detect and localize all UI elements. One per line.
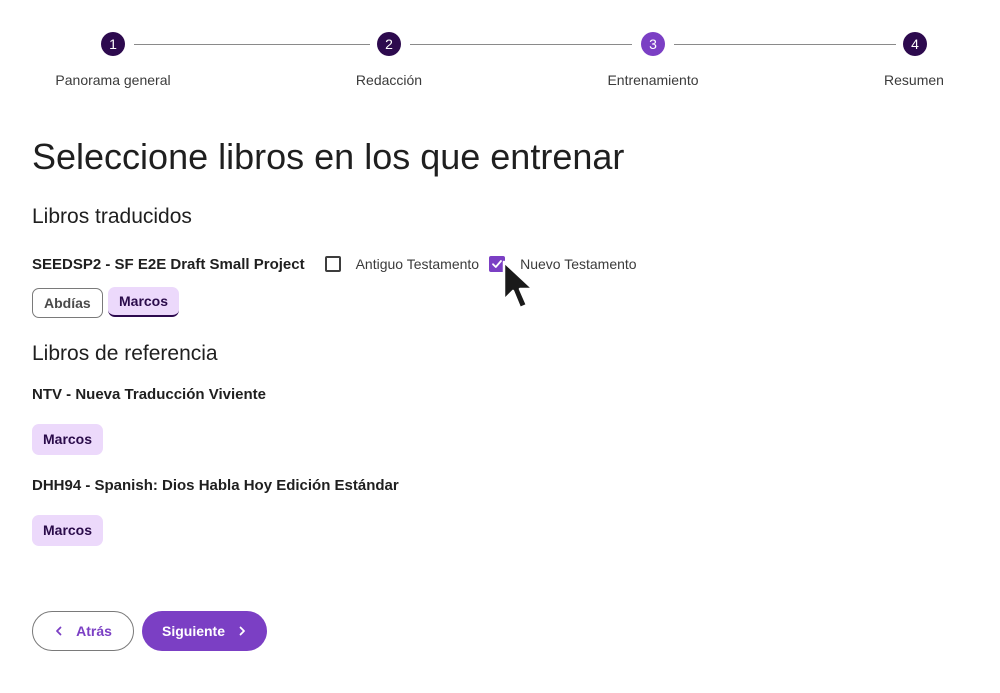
stepper: 1 2 3 4 Panorama general Redacción Entre… <box>0 0 1000 100</box>
back-button-label: Atrás <box>76 623 112 639</box>
page-title: Seleccione libros en los que entrenar <box>32 136 625 177</box>
step-3-number[interactable]: 3 <box>641 32 665 56</box>
old-testament-checkbox[interactable] <box>324 256 341 272</box>
next-button[interactable]: Siguiente <box>142 611 267 651</box>
reference-books-heading: Libros de referencia <box>32 342 218 365</box>
old-testament-label[interactable]: Antiguo Testamento <box>356 256 480 272</box>
new-testament-label[interactable]: Nuevo Testamento <box>520 256 636 272</box>
project-name: SEEDSP2 - SF E2E Draft Small Project <box>32 255 305 273</box>
reference-book-chip: Marcos <box>32 424 104 455</box>
step-2-label[interactable]: Redacción <box>356 72 422 88</box>
step-4-label[interactable]: Resumen <box>884 72 944 88</box>
book-chip-marcos[interactable]: Marcos <box>108 287 180 317</box>
project-row: SEEDSP2 - SF E2E Draft Small Project Ant… <box>32 246 647 282</box>
step-3-label[interactable]: Entrenamiento <box>607 72 698 88</box>
step-1-label[interactable]: Panorama general <box>55 72 170 88</box>
old-testament-option[interactable]: Antiguo Testamento <box>324 256 490 272</box>
stepper-connector <box>410 44 632 45</box>
step-2-number[interactable]: 2 <box>377 32 401 56</box>
new-testament-option[interactable]: Nuevo Testamento <box>479 246 646 282</box>
next-button-label: Siguiente <box>161 623 225 639</box>
translated-books-heading: Libros traducidos <box>32 205 192 228</box>
step-4-number[interactable]: 4 <box>903 32 927 56</box>
stepper-connector <box>134 44 370 45</box>
reference-source-name: NTV - Nueva Traducción Viviente <box>32 386 266 403</box>
draft-training-page: 1 2 3 4 Panorama general Redacción Entre… <box>0 0 1000 693</box>
reference-source-name: DHH94 - Spanish: Dios Habla Hoy Edición … <box>32 477 399 494</box>
step-1-number[interactable]: 1 <box>101 32 125 56</box>
new-testament-checkbox[interactable] <box>479 246 516 282</box>
stepper-connector <box>674 44 896 45</box>
check-icon <box>492 260 502 268</box>
back-button[interactable]: Atrás <box>32 611 134 651</box>
book-chip-abdias[interactable]: Abdías <box>32 288 103 318</box>
reference-book-chip: Marcos <box>32 515 104 546</box>
chevron-left-icon <box>56 626 62 636</box>
chevron-right-icon <box>239 626 245 636</box>
